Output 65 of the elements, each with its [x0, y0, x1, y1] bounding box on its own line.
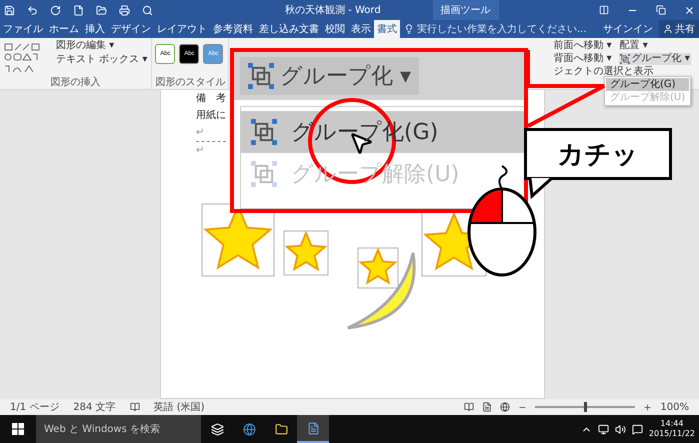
stack-icon [210, 422, 224, 436]
selection-pane-button[interactable]: ジェクトの選択と表示 [552, 66, 691, 78]
share-button[interactable]: 共有 [659, 20, 699, 38]
read-mode-icon[interactable] [464, 402, 474, 412]
document-text: 用紙に [196, 109, 226, 123]
document-text: 備 考 [196, 92, 226, 106]
sign-in-link[interactable]: サインイン [597, 20, 659, 38]
paragraph-mark: ↵ [196, 126, 204, 140]
lightbulb-icon [404, 24, 414, 34]
globe-icon [242, 422, 256, 436]
close-icon[interactable] [684, 4, 695, 16]
printer-icon[interactable] [119, 4, 130, 16]
group-icon [620, 54, 630, 64]
zoom-in-icon[interactable] [643, 402, 652, 412]
windows-logo-icon [12, 423, 24, 435]
group-label: 図形のスタイル [155, 77, 226, 89]
group-icon [248, 63, 274, 89]
restore-icon[interactable] [656, 4, 666, 16]
taskbar-search-field[interactable]: Web と Windows を検索 [36, 415, 201, 443]
page-count: 1/1 ページ [10, 401, 60, 414]
context-tab-label: 描画ツール [432, 0, 499, 20]
print-layout-icon[interactable] [482, 402, 492, 412]
window-title: 秋の天体観測 - Word [285, 4, 381, 17]
web-layout-icon[interactable] [500, 402, 510, 412]
document-icon [306, 422, 320, 434]
edit-shape-button[interactable]: 図形の編集 ▾ [55, 40, 148, 52]
ribbon-tab[interactable]: 書式 [374, 20, 400, 38]
undo-icon[interactable] [27, 4, 38, 16]
notification-icon[interactable] [632, 424, 643, 434]
text-box-button[interactable]: テキスト ボックス ▾ [55, 54, 148, 66]
word-count: 284 文字 [73, 400, 116, 414]
folder-icon[interactable] [96, 4, 107, 16]
ribbon-tab[interactable]: 表示 [348, 20, 374, 38]
group-icon [251, 119, 277, 145]
language-label: 英語 (米国) [154, 400, 205, 414]
ribbon-tab[interactable]: 差し込み文書 [256, 20, 322, 38]
paragraph-mark: ↵ [196, 144, 204, 158]
group-button[interactable]: グループ化 ▾ [618, 53, 691, 65]
save-icon[interactable] [4, 4, 15, 16]
volume-icon[interactable] [614, 424, 626, 434]
ribbon-tab[interactable]: 校閲 [322, 20, 348, 38]
ribbon-tab[interactable]: レイアウト [154, 20, 210, 38]
menu-item[interactable]: グループ化(G) [606, 78, 690, 91]
ribbon-tab[interactable]: 参考資料 [210, 20, 256, 38]
zoom-level: 100% [660, 402, 689, 412]
ribbon-display-icon[interactable] [599, 4, 609, 16]
send-backward-button[interactable]: 背面へ移動 ▾ [552, 53, 613, 65]
ribbon-tab[interactable]: 挿入 [82, 20, 108, 38]
ribbon-tab[interactable]: デザイン [108, 20, 154, 38]
zoom-slider-thumb[interactable] [584, 402, 588, 412]
taskbar-clock[interactable]: 14:44 2015/11/22 [648, 419, 695, 439]
user-icon [663, 24, 673, 34]
group-icon [251, 161, 277, 187]
magnified-group-button[interactable]: グループ化 ▾ [240, 57, 420, 95]
redo-icon[interactable] [50, 4, 61, 16]
folder-icon [274, 422, 288, 436]
group-label: 図形の挿入 [50, 77, 102, 89]
align-button[interactable]: 配置 ▾ [618, 40, 691, 52]
speech-bubble: カチッ [524, 128, 672, 180]
ribbon-tab[interactable]: ファイル [0, 20, 46, 38]
ribbon-tab[interactable]: ホーム [46, 20, 82, 38]
search-icon[interactable] [142, 4, 153, 16]
bring-forward-button[interactable]: 前面へ移動 ▾ [552, 40, 613, 52]
new-document-icon[interactable] [73, 4, 84, 16]
word-taskbar-button[interactable] [297, 415, 329, 443]
